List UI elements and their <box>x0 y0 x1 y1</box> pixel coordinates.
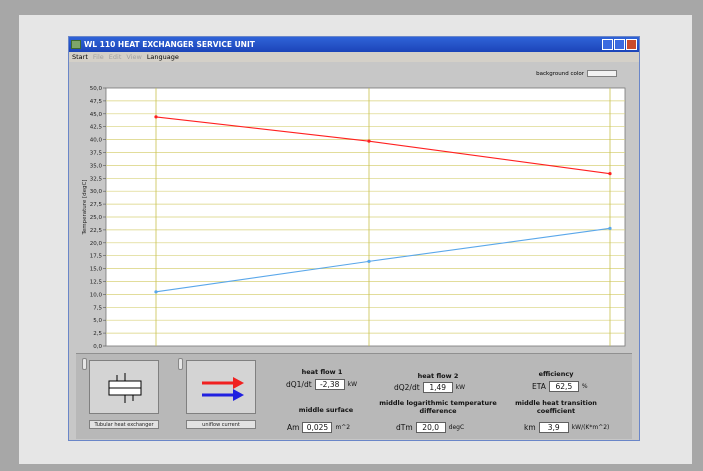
log-temp-diff-value: 20,0 <box>415 422 446 433</box>
results-panel: Tubular heat exchanger uniflow current h… <box>76 353 632 439</box>
heat-flow-2-field: dQ2/dt 1,49 kW <box>394 382 465 393</box>
heat-flow-1-title: heat flow 1 <box>301 368 343 376</box>
series-2-point <box>608 226 612 230</box>
uniflow-current-icon[interactable] <box>186 360 256 414</box>
series-2-point <box>367 259 371 263</box>
y-tick-label: 22,5 <box>90 228 103 234</box>
log-temp-diff-title: middle logarithmic temperature differenc… <box>379 399 497 415</box>
y-tick-label: 35,0 <box>90 163 103 169</box>
middle-surface-unit: m^2 <box>335 424 351 431</box>
exchanger-selector-knob[interactable] <box>82 358 87 370</box>
heat-flow-2-value: 1,49 <box>422 382 453 393</box>
y-tick-label: 20,0 <box>90 241 103 247</box>
y-tick-label: 30,0 <box>90 189 103 195</box>
heat-flow-2-symbol: dQ2/dt <box>394 383 420 392</box>
log-temp-diff-unit: degC <box>448 424 465 431</box>
heat-transition-symbol: km <box>524 423 536 432</box>
log-temp-diff-field: dTm 20,0 degC <box>396 422 464 433</box>
heat-flow-1-field: dQ1/dt -2,38 kW <box>286 379 357 390</box>
heat-transition-unit: kW/(K*m^2) <box>571 424 610 431</box>
series-1-point <box>608 172 612 176</box>
tubular-heat-exchanger-icon[interactable] <box>89 360 159 414</box>
flow-selector-knob[interactable] <box>178 358 183 370</box>
middle-surface-symbol: Am <box>287 423 300 432</box>
y-tick-label: 10,0 <box>90 292 103 298</box>
app-window: WL 110 HEAT EXCHANGER SERVICE UNIT Start… <box>68 36 640 441</box>
y-tick-label: 40,0 <box>90 138 103 144</box>
y-tick-label: 45,0 <box>90 112 103 118</box>
middle-surface-field: Am 0,025 m^2 <box>287 422 350 433</box>
heat-flow-1-value: -2,38 <box>314 379 345 390</box>
y-tick-label: 42,5 <box>90 125 103 131</box>
y-tick-label: 0,0 <box>93 344 102 350</box>
efficiency-value: 62,5 <box>548 381 579 392</box>
exchanger-type-label: Tubular heat exchanger <box>89 420 159 429</box>
y-tick-label: 25,0 <box>90 215 103 221</box>
y-tick-label: 50,0 <box>90 86 103 92</box>
flow-type-label: uniflow current <box>186 420 256 429</box>
y-tick-label: 27,5 <box>90 202 103 208</box>
heat-transition-value: 3,9 <box>538 422 569 433</box>
efficiency-title: efficiency <box>538 370 574 378</box>
y-tick-label: 47,5 <box>90 99 103 105</box>
series-1-point <box>367 139 371 143</box>
efficiency-symbol: ETA <box>532 382 546 391</box>
y-tick-label: 17,5 <box>90 254 103 260</box>
efficiency-field: ETA 62,5 % <box>532 381 588 392</box>
series-2-point <box>154 290 158 294</box>
y-tick-label: 5,0 <box>93 318 102 324</box>
series-1-point <box>154 115 158 119</box>
heat-transition-title: middle heat transition coefficient <box>515 399 597 415</box>
y-tick-label: 2,5 <box>93 331 102 337</box>
y-tick-label: 15,0 <box>90 267 103 273</box>
heat-flow-1-unit: kW <box>347 381 358 388</box>
y-tick-label: 32,5 <box>90 176 103 182</box>
y-axis-label: Temperature [degC] <box>82 179 88 235</box>
y-tick-label: 37,5 <box>90 151 103 157</box>
heat-flow-2-title: heat flow 2 <box>417 372 459 380</box>
middle-surface-title: middle surface <box>298 406 354 414</box>
y-tick-label: 7,5 <box>93 305 102 311</box>
log-temp-diff-symbol: dTm <box>396 423 413 432</box>
temperature-chart: Temperature [degC] 0,0 2,5 5,0 7,5 10,0 12,5 1… <box>82 86 626 350</box>
heat-transition-field: km 3,9 kW/(K*m^2) <box>524 422 609 433</box>
middle-surface-value: 0,025 <box>302 422 333 433</box>
heat-flow-1-symbol: dQ1/dt <box>286 380 312 389</box>
y-tick-label: 12,5 <box>90 280 103 286</box>
heat-flow-2-unit: kW <box>455 384 466 391</box>
efficiency-unit: % <box>581 383 588 390</box>
